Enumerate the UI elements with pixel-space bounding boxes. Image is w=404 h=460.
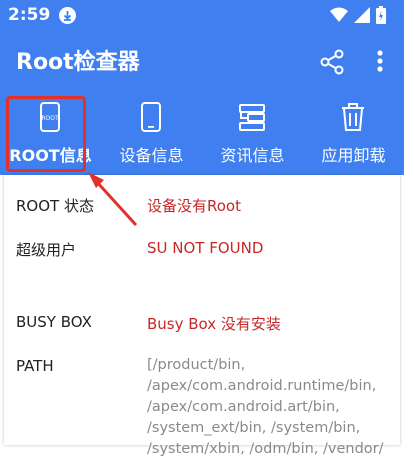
phone-icon bbox=[137, 102, 165, 132]
app-bar: Root检查器 bbox=[0, 32, 404, 88]
busybox-label: BUSY BOX bbox=[16, 313, 92, 331]
tab-news-info[interactable]: 资讯信息 bbox=[202, 88, 303, 175]
path-value: [/product/bin, /apex/com.android.runtime… bbox=[147, 357, 384, 457]
highlight-box bbox=[6, 96, 86, 172]
tab-label: 设备信息 bbox=[119, 146, 184, 165]
superuser-label: 超级用户 bbox=[16, 241, 77, 259]
status-bar: 2:59 bbox=[0, 0, 404, 32]
root-status-label: ROOT 状态 bbox=[16, 197, 94, 215]
share-icon[interactable] bbox=[318, 48, 346, 76]
trash-icon bbox=[339, 102, 367, 132]
battery-icon bbox=[376, 6, 386, 24]
status-icons bbox=[330, 6, 386, 24]
tab-app-uninstall[interactable]: 应用卸载 bbox=[303, 88, 404, 175]
more-options-icon[interactable] bbox=[372, 48, 388, 76]
status-time: 2:59 bbox=[8, 5, 51, 25]
wifi-icon bbox=[330, 7, 348, 22]
tab-label: 资讯信息 bbox=[220, 146, 285, 165]
superuser-value: SU NOT FOUND bbox=[147, 239, 264, 257]
root-status-value: 设备没有Root bbox=[147, 197, 241, 215]
cell-signal-icon bbox=[354, 7, 370, 23]
tab-label: 应用卸载 bbox=[321, 146, 386, 165]
info-list-icon bbox=[238, 102, 266, 132]
path-label: PATH bbox=[16, 357, 54, 375]
busybox-value: Busy Box 没有安装 bbox=[147, 315, 281, 333]
app-title: Root检查器 bbox=[16, 50, 140, 75]
root-info-panel: ROOT 状态 设备没有Root 超级用户 SU NOT FOUND BUSY … bbox=[4, 175, 400, 457]
download-notification-icon bbox=[59, 7, 76, 24]
tab-device-info[interactable]: 设备信息 bbox=[101, 88, 202, 175]
